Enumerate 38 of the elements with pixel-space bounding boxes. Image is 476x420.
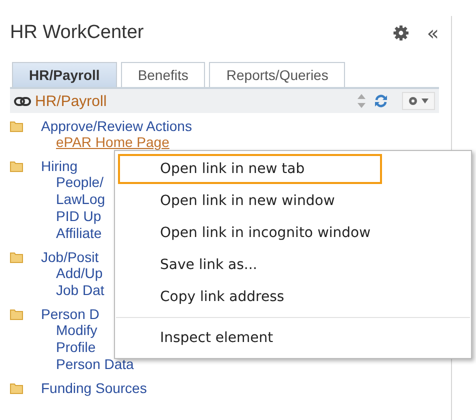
nav-link[interactable]: Person Data [56,356,134,373]
folder-icon [10,308,23,320]
panel-title: HR WorkCenter [10,22,145,44]
folder-label[interactable]: Hiring [41,158,78,174]
tab[interactable]: HR/Payroll [12,62,117,87]
menu-item[interactable]: Copy link address [118,282,468,312]
menu-item[interactable]: Inspect element [118,323,468,353]
refresh-icon[interactable] [374,94,388,108]
tab[interactable]: Benefits [120,62,206,87]
menu-item[interactable]: Open link in new window [118,186,468,216]
nav-link[interactable]: Profile [56,339,96,356]
nav-link[interactable]: Affiliate [56,225,102,242]
menu-item[interactable]: Open link in new tab [118,154,382,184]
options-button[interactable] [402,92,435,110]
menu-item[interactable]: Open link in incognito window [118,218,468,248]
folder-label[interactable]: Approve/Review Actions [41,118,192,134]
folder-icon [10,250,23,262]
nav-link[interactable]: People/ [56,174,104,191]
settings-icon[interactable] [392,25,409,41]
folder-icon [10,120,23,132]
folder-icon [10,382,23,394]
nav-link[interactable]: Modify [56,322,98,339]
folder-label[interactable]: Job/Posit [41,248,99,264]
caret-icon [421,98,429,104]
folder-label[interactable]: Funding Sources [41,380,147,396]
nav-link[interactable]: PID Up [56,208,102,225]
nav-link[interactable]: LawLog [56,191,106,208]
nav-link[interactable]: Job Dat [56,282,104,299]
menu-item[interactable]: Save link as... [118,250,468,280]
tab[interactable]: Reports/Queries [209,62,346,87]
nav-link[interactable]: Add/Up [56,265,103,282]
folder-icon [10,160,23,172]
folder-label[interactable]: Person D [41,306,100,322]
link-icon [14,96,31,106]
nav-link[interactable]: ePAR Home Page [56,134,170,151]
gear-icon [408,96,418,106]
collapse-button[interactable]: « [426,21,439,45]
section-title: HR/Payroll [35,92,108,110]
